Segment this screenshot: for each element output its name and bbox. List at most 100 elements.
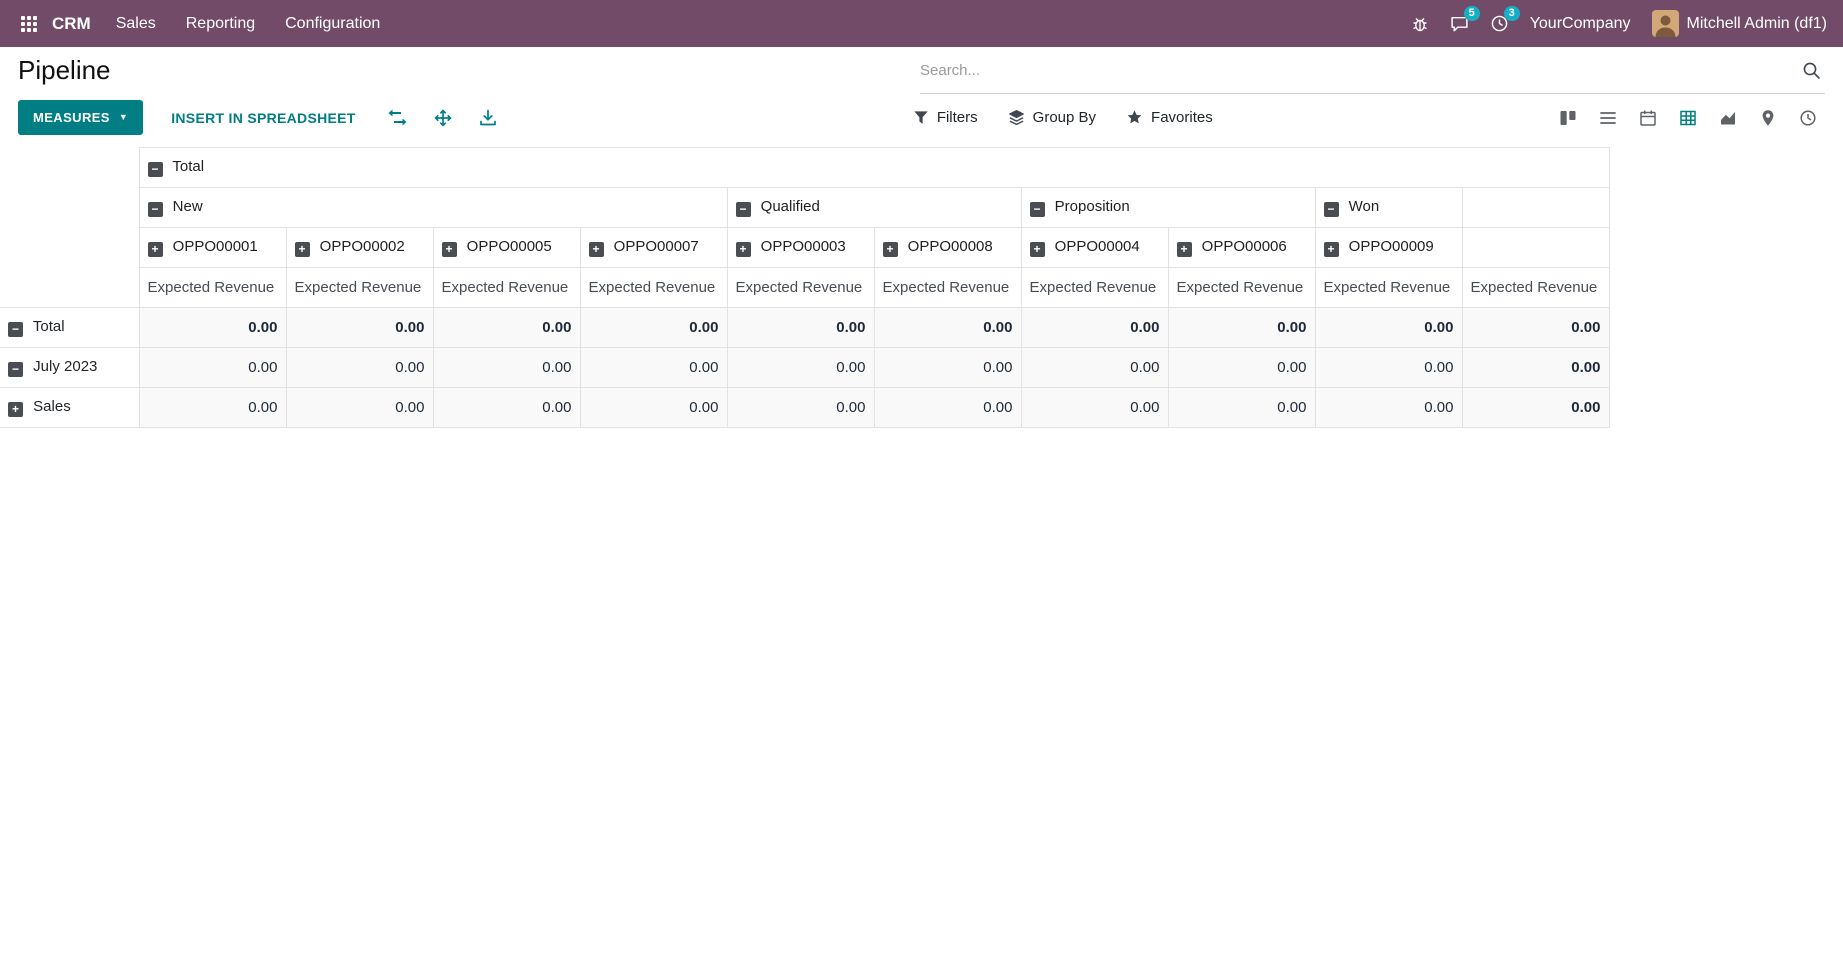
pivot-col-group-new[interactable]: − New (139, 188, 727, 228)
view-graph-icon[interactable] (1711, 102, 1745, 134)
pivot-col-group-qualified[interactable]: − Qualified (727, 188, 1021, 228)
view-pivot-icon[interactable] (1671, 102, 1705, 134)
minus-square-icon: − (8, 322, 23, 337)
nav-configuration[interactable]: Configuration (270, 2, 395, 46)
flip-axis-icon[interactable] (388, 109, 407, 126)
pivot-col-header-oppo00006[interactable]: + OPPO00006 (1168, 228, 1315, 268)
pivot-col-header-oppo00008[interactable]: + OPPO00008 (874, 228, 1021, 268)
favorites-button[interactable]: Favorites (1126, 109, 1213, 126)
pivot-value-cell[interactable]: 0.00 (1315, 348, 1462, 388)
app-brand[interactable]: CRM (52, 14, 91, 34)
pivot-col-group-won[interactable]: − Won (1315, 188, 1462, 228)
nav-reporting[interactable]: Reporting (171, 2, 270, 46)
minus-square-icon: − (148, 162, 163, 177)
view-map-icon[interactable] (1751, 102, 1785, 134)
pivot-measure-header[interactable]: Expected Revenue (286, 268, 433, 308)
plus-square-icon: + (883, 242, 898, 257)
pivot-col-group-proposition[interactable]: − Proposition (1021, 188, 1315, 228)
minus-square-icon: − (148, 202, 163, 217)
pivot-value-cell[interactable]: 0.00 (1168, 348, 1315, 388)
pivot-value-cell[interactable]: 0.00 (433, 308, 580, 348)
pivot-row-header-total[interactable]: − Total (0, 308, 139, 348)
pivot-value-cell[interactable]: 0.00 (1315, 308, 1462, 348)
company-switcher[interactable]: YourCompany (1530, 15, 1631, 33)
pivot-col-header-oppo00005[interactable]: + OPPO00005 (433, 228, 580, 268)
pivot-value-cell[interactable]: 0.00 (874, 388, 1021, 428)
pivot-row-header-july-2023[interactable]: − July 2023 (0, 348, 139, 388)
pivot-col-header-total[interactable]: − Total (139, 148, 1609, 188)
pivot-col-header-empty (1462, 228, 1609, 268)
pivot-value-cell[interactable]: 0.00 (1462, 308, 1609, 348)
view-activity-icon[interactable] (1791, 102, 1825, 134)
pivot-value-cell[interactable]: 0.00 (1168, 308, 1315, 348)
pivot-col-header-oppo00002[interactable]: + OPPO00002 (286, 228, 433, 268)
pivot-value-cell[interactable]: 0.00 (139, 348, 286, 388)
pivot-value-cell[interactable]: 0.00 (1315, 388, 1462, 428)
pivot-col-header-oppo00001[interactable]: + OPPO00001 (139, 228, 286, 268)
pivot-value-cell[interactable]: 0.00 (286, 348, 433, 388)
pivot-measure-header[interactable]: Expected Revenue (139, 268, 286, 308)
pivot-value-cell[interactable]: 0.00 (433, 388, 580, 428)
pivot-corner-cell (0, 148, 139, 308)
pivot-col-header-oppo00007[interactable]: + OPPO00007 (580, 228, 727, 268)
user-menu[interactable]: Mitchell Admin (df1) (1652, 10, 1828, 37)
pivot-measure-header[interactable]: Expected Revenue (727, 268, 874, 308)
filters-label: Filters (937, 109, 978, 126)
pivot-measure-header[interactable]: Expected Revenue (874, 268, 1021, 308)
group-by-button[interactable]: Group By (1008, 109, 1096, 126)
insert-in-spreadsheet-button[interactable]: INSERT IN SPREADSHEET (171, 110, 355, 126)
pivot-value-cell[interactable]: 0.00 (286, 388, 433, 428)
pivot-col-header-oppo00003[interactable]: + OPPO00003 (727, 228, 874, 268)
pivot-col-header-oppo00009[interactable]: + OPPO00009 (1315, 228, 1462, 268)
view-list-icon[interactable] (1591, 102, 1625, 134)
pivot-value-cell[interactable]: 0.00 (286, 308, 433, 348)
pivot-value-cell[interactable]: 0.00 (1021, 348, 1168, 388)
pivot-col-header-oppo00004[interactable]: + OPPO00004 (1021, 228, 1168, 268)
pivot-measure-header[interactable]: Expected Revenue (580, 268, 727, 308)
measures-button[interactable]: MEASURES ▼ (18, 100, 143, 135)
view-kanban-icon[interactable] (1551, 102, 1585, 134)
search-input[interactable] (920, 62, 1798, 79)
pivot-thead: − Total− New− Qualified− Proposition− Wo… (0, 148, 1609, 308)
pivot-value-cell[interactable]: 0.00 (727, 348, 874, 388)
plus-square-icon: + (1177, 242, 1192, 257)
pivot-value-cell[interactable]: 0.00 (580, 388, 727, 428)
bug-icon[interactable] (1411, 15, 1429, 33)
view-calendar-icon[interactable] (1631, 102, 1665, 134)
plus-square-icon: + (295, 242, 310, 257)
messages-icon[interactable]: 5 (1450, 14, 1469, 33)
expand-all-icon[interactable] (434, 109, 452, 127)
pivot-measure-header[interactable]: Expected Revenue (1168, 268, 1315, 308)
nav-sales[interactable]: Sales (101, 2, 171, 46)
pivot-value-cell[interactable]: 0.00 (874, 308, 1021, 348)
pivot-value-cell[interactable]: 0.00 (874, 348, 1021, 388)
measures-label: MEASURES (33, 110, 110, 125)
pivot-value-cell[interactable]: 0.00 (1462, 388, 1609, 428)
pivot-measure-header[interactable]: Expected Revenue (1021, 268, 1168, 308)
pivot-measure-header[interactable]: Expected Revenue (1315, 268, 1462, 308)
pivot-value-cell[interactable]: 0.00 (580, 348, 727, 388)
search-icon[interactable] (1798, 57, 1825, 84)
pivot-value-cell[interactable]: 0.00 (1462, 348, 1609, 388)
download-icon[interactable] (479, 109, 497, 127)
avatar (1652, 10, 1679, 37)
star-icon (1126, 109, 1143, 126)
plus-square-icon: + (1030, 242, 1045, 257)
pivot-value-cell[interactable]: 0.00 (1021, 388, 1168, 428)
messages-badge: 5 (1464, 6, 1480, 21)
pivot-measure-header[interactable]: Expected Revenue (433, 268, 580, 308)
pivot-toolbar-icons (388, 109, 497, 127)
pivot-row-header-sales[interactable]: + Sales (0, 388, 139, 428)
pivot-value-cell[interactable]: 0.00 (580, 308, 727, 348)
pivot-value-cell[interactable]: 0.00 (433, 348, 580, 388)
pivot-measure-header[interactable]: Expected Revenue (1462, 268, 1609, 308)
apps-grid-icon[interactable] (16, 11, 42, 37)
filters-button[interactable]: Filters (913, 109, 978, 126)
pivot-value-cell[interactable]: 0.00 (727, 308, 874, 348)
pivot-value-cell[interactable]: 0.00 (139, 388, 286, 428)
pivot-value-cell[interactable]: 0.00 (1168, 388, 1315, 428)
pivot-value-cell[interactable]: 0.00 (139, 308, 286, 348)
pivot-value-cell[interactable]: 0.00 (727, 388, 874, 428)
pivot-value-cell[interactable]: 0.00 (1021, 308, 1168, 348)
activities-icon[interactable]: 3 (1490, 14, 1509, 33)
